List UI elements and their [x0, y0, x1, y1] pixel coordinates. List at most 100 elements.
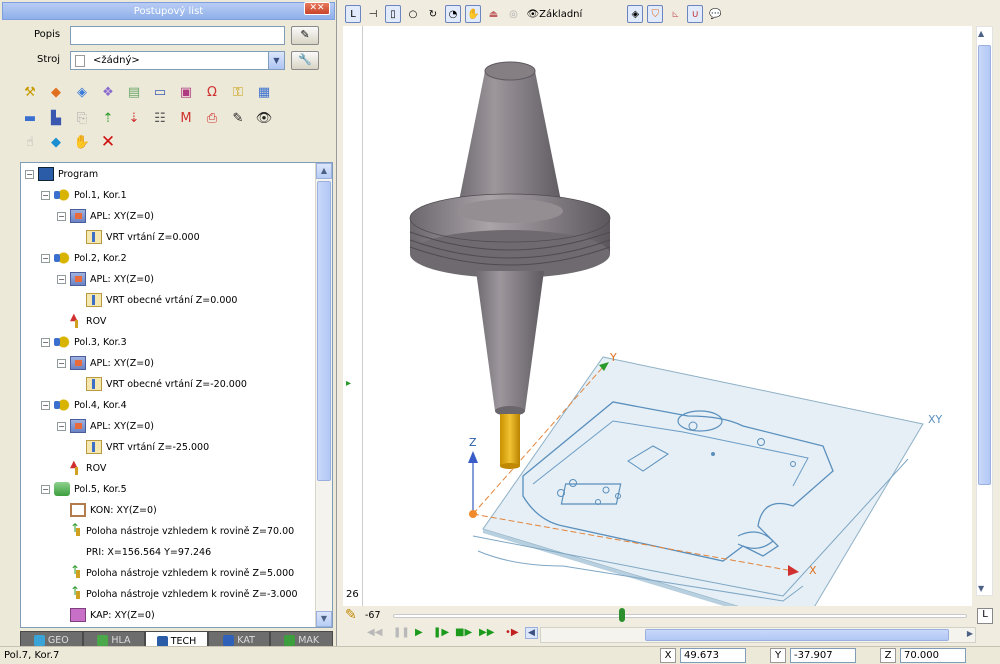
drill-icon[interactable]: ◈ — [72, 82, 92, 102]
corner-layout-icon[interactable]: L — [977, 608, 993, 624]
eye-icon[interactable]: 👁 — [254, 108, 274, 128]
tree-item[interactable]: VRT vrtání Z=0.000 — [73, 228, 200, 246]
scroll-up-icon[interactable]: ▲ — [316, 163, 332, 179]
tree-item[interactable]: ROV — [57, 459, 106, 477]
contour-icon[interactable]: ▣ — [176, 82, 196, 102]
move-up-icon[interactable]: ⇡ — [98, 108, 118, 128]
stop-hand-icon[interactable]: ✋ — [72, 132, 92, 152]
tree-item[interactable]: Poloha nástroje vzhledem k rovině Z=70.0… — [57, 521, 294, 540]
layout-icon[interactable]: L — [345, 5, 361, 23]
tree-item[interactable]: − Pol.1, Kor.1 — [41, 186, 127, 204]
collapse-toggle[interactable]: − — [57, 358, 66, 368]
tree-item[interactable]: VRT obecné vrtání Z=0.000 — [73, 291, 237, 309]
tree-item[interactable]: Poloha nástroje vzhledem k rovině Z=-3.0… — [57, 584, 298, 603]
edit-popis-button[interactable]: ✎ — [291, 26, 319, 45]
scroll-right-icon[interactable]: ▶ — [967, 629, 973, 638]
collapse-toggle[interactable]: − — [41, 400, 50, 410]
grid-icon[interactable]: ▦ — [254, 82, 274, 102]
delete-icon[interactable]: ✕ — [98, 132, 118, 152]
collapse-icon[interactable]: ◀ — [525, 627, 538, 639]
tree-item[interactable]: KAP: XY(Z=0) — [57, 606, 155, 624]
breakpoint-icon[interactable]: •▶ — [505, 627, 519, 638]
layers-icon[interactable]: ◈ — [627, 5, 644, 23]
program-tree[interactable]: − Program − Pol.1, Kor.1 − APL: XY(Z=0) VRT vr… — [20, 162, 333, 628]
tree-item[interactable]: − APL: XY(Z=0) — [57, 354, 154, 372]
shade-icon[interactable]: ◔ — [445, 5, 461, 23]
chevron-down-icon[interactable]: ▼ — [268, 52, 284, 69]
machine-settings-button[interactable]: 🔧 — [291, 51, 319, 70]
stroj-select[interactable]: <žádný> ▼ — [70, 51, 285, 70]
pin-icon[interactable]: ⊣ — [365, 5, 381, 23]
collapse-toggle[interactable]: − — [41, 190, 50, 200]
step-icon[interactable]: ❚▶ — [433, 627, 449, 638]
macro-icon[interactable]: M — [176, 108, 196, 128]
tree-item[interactable]: − APL: XY(Z=0) — [57, 417, 154, 435]
vertical-scrollbar[interactable]: ▲ ▼ — [315, 163, 332, 627]
tool-icon[interactable]: ⚒ — [20, 82, 40, 102]
collapse-toggle[interactable]: − — [57, 274, 66, 284]
collapse-toggle[interactable]: − — [41, 337, 50, 347]
collapse-toggle[interactable]: − — [57, 421, 66, 431]
magnet-icon[interactable]: ∪ — [687, 5, 704, 23]
scroll-thumb[interactable] — [317, 181, 331, 481]
axes-icon[interactable]: ⊾ — [667, 5, 683, 23]
measure-icon[interactable]: ⏏ — [485, 5, 501, 23]
collapse-toggle[interactable]: − — [57, 211, 66, 221]
tree-item[interactable]: − APL: XY(Z=0) — [57, 207, 154, 225]
collapse-toggle[interactable]: − — [41, 253, 50, 263]
hole-pattern-icon[interactable]: ❖ — [98, 82, 118, 102]
tree-item[interactable]: − Pol.4, Kor.4 — [41, 396, 127, 414]
tree-item[interactable]: − Pol.2, Kor.2 — [41, 249, 127, 267]
tree-item[interactable]: − APL: XY(Z=0) — [57, 270, 154, 288]
zoom-icon[interactable]: ○ — [405, 5, 421, 23]
thread-icon[interactable]: ▤ — [124, 82, 144, 102]
simulation-slider[interactable] — [393, 614, 967, 618]
tree-item[interactable]: VRT vrtání Z=-25.000 — [73, 438, 209, 456]
document-view-icon[interactable]: ▯ — [385, 5, 401, 23]
scroll-down-icon[interactable]: ▼ — [316, 611, 332, 627]
diamond-icon[interactable]: ◆ — [46, 132, 66, 152]
key-icon[interactable]: ⚿ — [228, 82, 248, 102]
tree-item-program[interactable]: − Program — [25, 165, 98, 183]
collapse-toggle[interactable]: − — [41, 484, 50, 494]
disc-icon[interactable]: ◎ — [505, 5, 521, 23]
cursor-icon[interactable]: ☝ — [20, 132, 40, 152]
tree-item[interactable]: PRI: X=156.564 Y=97.246 — [73, 543, 211, 561]
shield-icon[interactable]: ⛉ — [647, 5, 664, 23]
tree-item[interactable]: − Pol.5, Kor.5 — [41, 480, 127, 498]
close-panel-button[interactable]: ✕✕ — [304, 2, 330, 15]
3d-viewport[interactable]: Y Z X XY — [362, 26, 972, 630]
popis-input[interactable] — [70, 26, 285, 45]
pause-icon[interactable]: ❚❚ — [393, 627, 410, 638]
edit-icon[interactable]: ✎ — [228, 108, 248, 128]
rewind-icon[interactable]: ◀◀ — [367, 627, 382, 638]
comment-icon[interactable]: 💬 — [707, 5, 723, 23]
magnet-icon[interactable]: Ω — [202, 82, 222, 102]
ruler-icon[interactable]: ▬ — [20, 108, 40, 128]
pan-hand-icon[interactable]: ✋ — [465, 5, 482, 23]
tree-item[interactable]: ROV — [57, 312, 106, 330]
viewport-vertical-scrollbar[interactable]: ▲ ▼ — [976, 26, 993, 596]
list-dropdown-icon[interactable]: ☷ — [150, 108, 170, 128]
fast-forward-icon[interactable]: ▶▶ — [479, 627, 494, 638]
copy-icon[interactable]: ⎘ — [72, 108, 92, 128]
scroll-thumb[interactable] — [645, 629, 949, 641]
tree-item[interactable]: − Pol.3, Kor.3 — [41, 333, 127, 351]
horizontal-scrollbar[interactable]: ▶ — [540, 627, 976, 643]
rotate-icon[interactable]: ↻ — [425, 5, 441, 23]
tree-item[interactable]: Poloha nástroje vzhledem k rovině Z=5.00… — [57, 563, 294, 582]
clamp-icon[interactable]: ▙ — [46, 108, 66, 128]
slider-thumb[interactable] — [619, 608, 625, 622]
point-icon[interactable]: ◆ — [46, 82, 66, 102]
play-icon[interactable]: ▶ — [415, 627, 423, 638]
pencil-icon[interactable]: ✎ — [345, 607, 357, 623]
move-down-icon[interactable]: ⇣ — [124, 108, 144, 128]
play-block-icon[interactable]: ■▶ — [455, 627, 472, 638]
tree-item[interactable]: KON: XY(Z=0) — [57, 501, 157, 519]
collapse-toggle[interactable]: − — [25, 169, 34, 179]
tree-item[interactable]: VRT obecné vrtání Z=-20.000 — [73, 375, 247, 393]
scroll-thumb[interactable] — [978, 45, 991, 485]
scroll-down-icon[interactable]: ▼ — [978, 584, 984, 593]
pocket-icon[interactable]: ▭ — [150, 82, 170, 102]
view-preset-button[interactable]: 👁 Základní — [525, 5, 583, 23]
